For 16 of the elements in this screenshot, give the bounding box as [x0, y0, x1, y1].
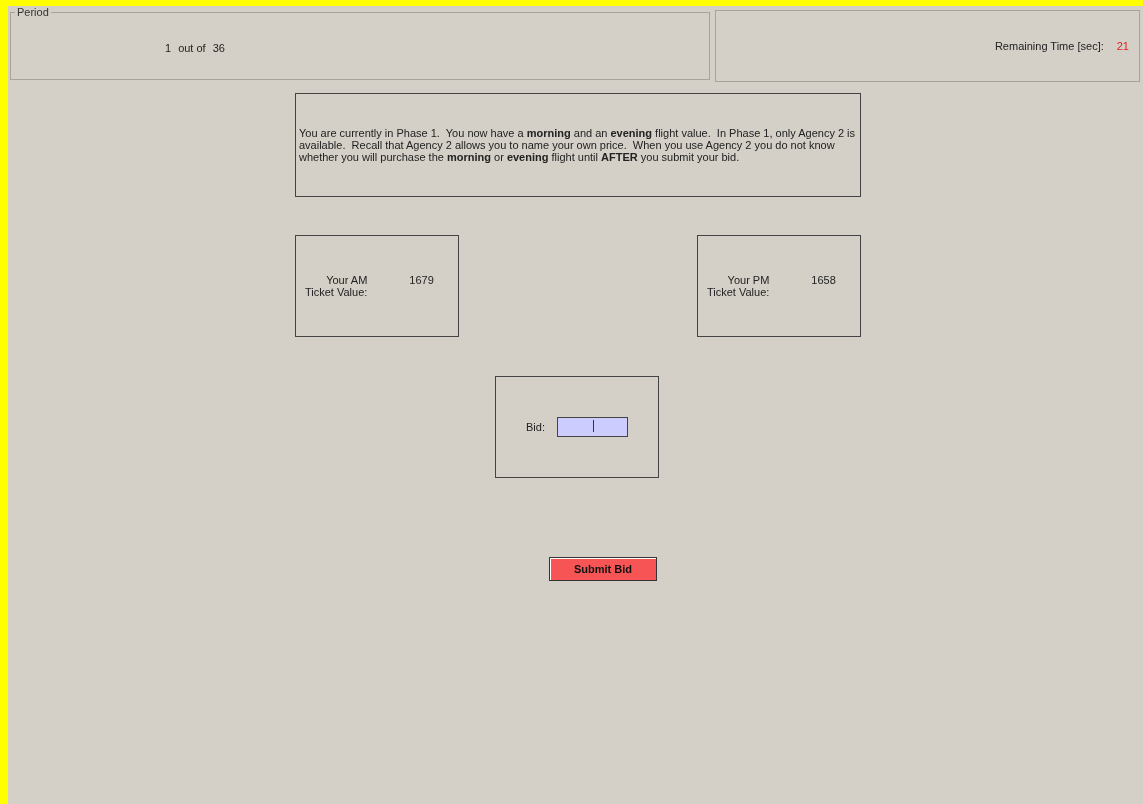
period-total: 36	[212, 42, 225, 54]
instruction-text: You are currently in Phase 1. You now have a morning and an evening flight value. In Phase 1, only Agency 2 is available. Recall that Agency 2 allows you to name your own price. When you use Agency 2 you do not know whether you will purchase the morning or evening flight until AFTER you submit your bid.	[299, 127, 857, 163]
bid-label: Bid:	[526, 421, 545, 433]
period-separator: out of	[178, 42, 206, 54]
timer-label: Remaining Time [sec]:	[994, 40, 1104, 52]
bid-input-field[interactable]	[556, 417, 628, 437]
submit-bid-button[interactable]: Submit Bid	[549, 557, 657, 581]
ticket-value: 1679	[409, 274, 434, 286]
period-legend: Period	[15, 6, 51, 19]
ticket-value: 1658	[811, 274, 836, 286]
timer-value: 21	[1116, 40, 1129, 52]
ticket-value-label: Your PM	[727, 274, 770, 286]
period-current: 1	[165, 42, 172, 54]
ticket-value-label: Ticket Value:	[707, 286, 770, 298]
ticket-value-label: Ticket Value:	[305, 286, 368, 298]
ticket-value-label: Your AM	[326, 274, 368, 286]
